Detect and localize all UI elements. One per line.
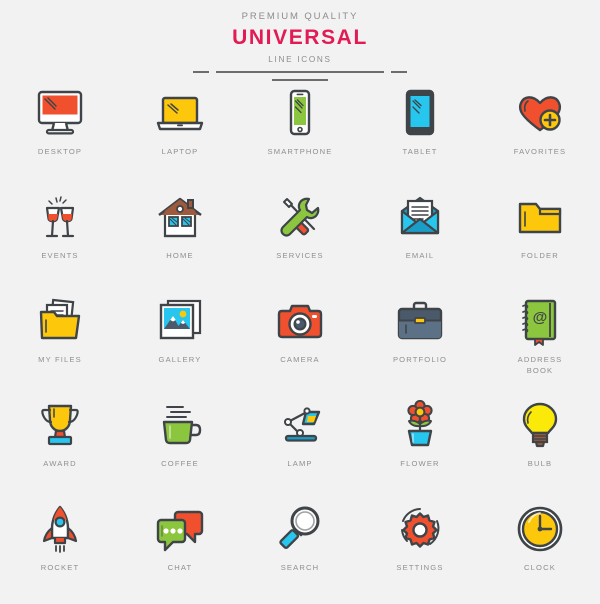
- gallery-icon: [151, 292, 209, 350]
- email-icon: [391, 188, 449, 246]
- camera-icon: [271, 292, 329, 350]
- icon-cell-smartphone[interactable]: SMARTPHONE: [240, 84, 360, 188]
- header-divider: [0, 71, 600, 73]
- address-book-icon: @: [511, 292, 569, 350]
- sheet-header: PREMIUM QUALITY UNIVERSAL LINE ICONS: [0, 0, 600, 81]
- settings-icon: [391, 500, 449, 558]
- icon-cell-home[interactable]: HOME: [120, 188, 240, 292]
- icon-label: SERVICES: [276, 251, 324, 260]
- icon-label: ROCKET: [40, 563, 80, 572]
- icon-cell-my-files[interactable]: MY FILES: [0, 292, 120, 396]
- icon-cell-camera[interactable]: CAMERA: [240, 292, 360, 396]
- desktop-icon: [31, 84, 89, 142]
- icon-label: DESKTOP: [37, 147, 83, 156]
- icon-label: FOLDER: [521, 251, 559, 260]
- divider-dash-right: [391, 71, 407, 73]
- icon-label: BULB: [527, 459, 553, 468]
- icon-cell-folder[interactable]: FOLDER: [480, 188, 600, 292]
- icon-label: CLOCK: [524, 563, 556, 572]
- clock-icon: [511, 500, 569, 558]
- icon-cell-tablet[interactable]: TABLET: [360, 84, 480, 188]
- coffee-icon: [151, 396, 209, 454]
- header-kicker: PREMIUM QUALITY: [241, 11, 359, 22]
- icon-cell-coffee[interactable]: COFFEE: [120, 396, 240, 500]
- icon-cell-chat[interactable]: CHAT: [120, 500, 240, 604]
- award-icon: [31, 396, 89, 454]
- icon-cell-rocket[interactable]: ROCKET: [0, 500, 120, 604]
- icon-label: CHAT: [167, 563, 193, 572]
- icon-label: PORTFOLIO: [392, 355, 448, 364]
- icon-cell-desktop[interactable]: DESKTOP: [0, 84, 120, 188]
- folder-icon: [511, 188, 569, 246]
- divider-main-line: [216, 71, 384, 73]
- icon-grid: DESKTOP LAPTOP SMARTPHONE TABLET FAVORIT…: [0, 84, 600, 604]
- icon-label: LAPTOP: [161, 147, 199, 156]
- icon-label: AWARD: [43, 459, 77, 468]
- icon-cell-settings[interactable]: SETTINGS: [360, 500, 480, 604]
- icon-label: MY FILES: [38, 355, 82, 364]
- bulb-icon: [511, 396, 569, 454]
- smartphone-icon: [271, 84, 329, 142]
- icon-cell-address-book[interactable]: @ ADDRESS BOOK: [480, 292, 600, 396]
- search-icon: [271, 500, 329, 558]
- icon-label: CAMERA: [280, 355, 320, 364]
- icon-sheet: PREMIUM QUALITY UNIVERSAL LINE ICONS DES…: [0, 0, 600, 600]
- flower-icon: [391, 396, 449, 454]
- divider-dash-left: [193, 71, 209, 73]
- icon-label: SMARTPHONE: [267, 147, 333, 156]
- icon-label: HOME: [166, 251, 194, 260]
- my-files-icon: [31, 292, 89, 350]
- icon-label: LAMP: [287, 459, 313, 468]
- icon-cell-email[interactable]: EMAIL: [360, 188, 480, 292]
- chat-icon: [151, 500, 209, 558]
- icon-cell-search[interactable]: SEARCH: [240, 500, 360, 604]
- icon-label: EMAIL: [405, 251, 435, 260]
- icon-cell-lamp[interactable]: LAMP: [240, 396, 360, 500]
- icon-label: ADDRESS BOOK: [517, 355, 563, 376]
- header-brand-title: UNIVERSAL: [232, 26, 368, 49]
- tablet-icon: [391, 84, 449, 142]
- icon-cell-portfolio[interactable]: PORTFOLIO: [360, 292, 480, 396]
- icon-cell-events[interactable]: EVENTS: [0, 188, 120, 292]
- laptop-icon: [151, 84, 209, 142]
- icon-cell-award[interactable]: AWARD: [0, 396, 120, 500]
- icon-label: FLOWER: [400, 459, 440, 468]
- icon-label: GALLERY: [158, 355, 202, 364]
- icon-cell-gallery[interactable]: GALLERY: [120, 292, 240, 396]
- svg-text:@: @: [533, 309, 548, 326]
- portfolio-icon: [391, 292, 449, 350]
- rocket-icon: [31, 500, 89, 558]
- icon-label: EVENTS: [41, 251, 79, 260]
- icon-label: FAVORITES: [513, 147, 567, 156]
- divider-short-line: [272, 79, 328, 81]
- icon-cell-bulb[interactable]: BULB: [480, 396, 600, 500]
- icon-label: COFFEE: [161, 459, 199, 468]
- lamp-icon: [271, 396, 329, 454]
- icon-label: SETTINGS: [396, 563, 444, 572]
- icon-cell-laptop[interactable]: LAPTOP: [120, 84, 240, 188]
- icon-cell-flower[interactable]: FLOWER: [360, 396, 480, 500]
- events-icon: [31, 188, 89, 246]
- favorites-icon: [511, 84, 569, 142]
- header-subkicker: LINE ICONS: [268, 55, 332, 64]
- icon-label: SEARCH: [280, 563, 320, 572]
- icon-cell-services[interactable]: SERVICES: [240, 188, 360, 292]
- icon-label: TABLET: [402, 147, 438, 156]
- services-icon: [271, 188, 329, 246]
- icon-cell-clock[interactable]: CLOCK: [480, 500, 600, 604]
- home-icon: [151, 188, 209, 246]
- icon-cell-favorites[interactable]: FAVORITES: [480, 84, 600, 188]
